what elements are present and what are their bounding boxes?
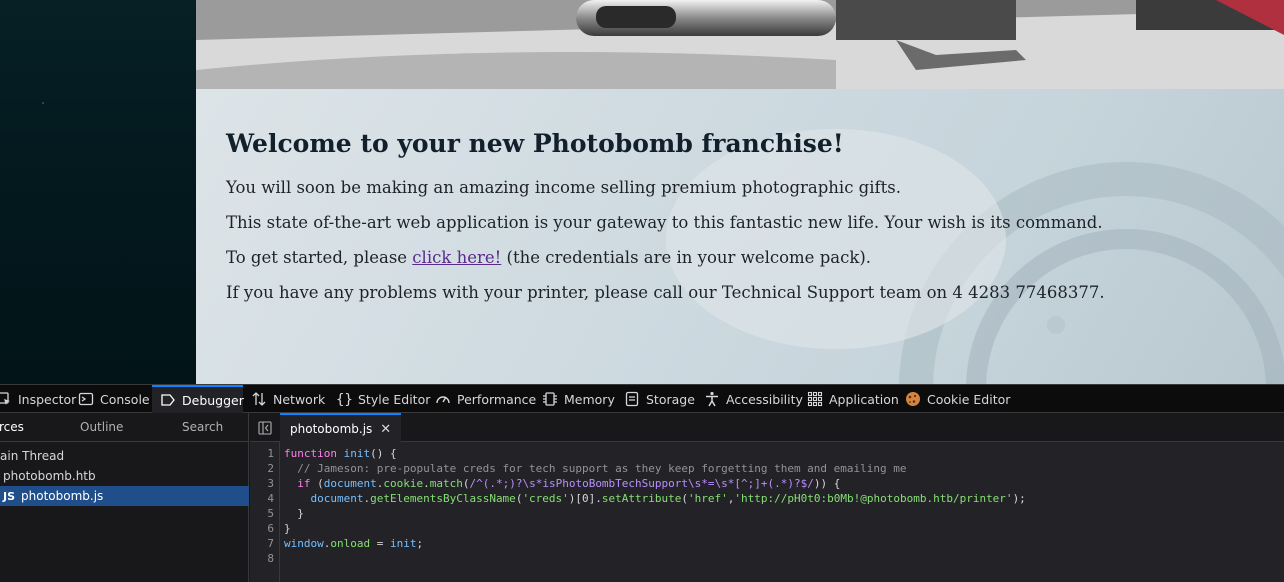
sources-pane: rces Outline Search ain Thread photobomb… [0,413,249,582]
line-number[interactable]: 8 [267,552,274,565]
code-line-3[interactable]: if (document.cookie.match(/^(.*;)?\s*isP… [284,477,840,490]
tree-item-photobomb-js[interactable]: JS photobomb.js [0,486,249,506]
line-number[interactable]: 1 [267,447,274,460]
tab-storage[interactable]: Storage [624,385,695,413]
accessibility-icon [704,391,720,407]
tab-console[interactable]: Console [78,385,150,413]
application-icon [807,391,823,407]
sources-tabs: rces Outline Search [0,413,249,442]
code-line-5[interactable]: } [284,507,304,520]
tab-search[interactable]: Search [182,413,223,441]
code-line-7[interactable]: window.onload = init; [284,537,423,550]
inspector-icon [0,391,12,407]
gateway-paragraph: This state of-the-art web application is… [226,213,1103,232]
tree-item-main-thread[interactable]: ain Thread [0,446,249,466]
line-number[interactable]: 3 [267,477,274,490]
storage-icon [624,391,640,407]
tab-inspector[interactable]: Inspector [0,385,76,413]
line-number[interactable]: 6 [267,522,274,535]
editor-tabs: photobomb.js ✕ [250,413,1284,442]
tab-sources[interactable]: rces [0,413,24,441]
network-icon [251,391,267,407]
code-line-2[interactable]: // Jameson: pre-populate creds for tech … [284,462,906,475]
code-line-4[interactable]: document.getElementsByClassName('creds')… [284,492,1026,505]
get-started-paragraph: To get started, please click here! (the … [226,248,871,267]
js-file-icon: JS [3,490,16,503]
intro-paragraph: You will soon be making an amazing incom… [226,178,901,197]
line-number-gutter: 1 2 3 4 5 6 7 8 [250,442,280,582]
welcome-section: Welcome to your new Photobomb franchise!… [196,89,1284,384]
code-line-1[interactable]: function init() { [284,447,397,460]
style-editor-icon: {} [336,391,353,408]
tab-cookie-editor[interactable]: Cookie Editor [905,385,1010,413]
get-started-text: To get started, please [226,248,413,267]
close-tab-icon[interactable]: ✕ [380,422,391,437]
devtools-toolbar: Inspector Console Debugger Network {} Sty… [0,384,1284,413]
hero-printer-image [196,0,1284,89]
line-number[interactable]: 4 [267,492,274,505]
memory-icon [542,391,558,407]
tab-performance[interactable]: Performance [435,385,536,413]
performance-icon [435,391,451,407]
welcome-pack-text: (the credentials are in your welcome pac… [501,248,872,267]
code-editor: photobomb.js ✕ 1 2 3 4 5 6 7 8 function i… [250,413,1284,582]
console-icon [78,391,94,407]
tab-memory[interactable]: Memory [542,385,615,413]
debugger-icon [160,392,176,408]
tab-application[interactable]: Application [807,385,899,413]
toggle-sources-icon[interactable] [258,420,272,435]
tab-style-editor[interactable]: {} Style Editor [336,385,430,413]
web-page: Welcome to your new Photobomb franchise!… [0,0,1284,384]
line-number[interactable]: 2 [267,462,274,475]
line-number[interactable]: 7 [267,537,274,550]
tab-network[interactable]: Network [251,385,325,413]
code-line-6[interactable]: } [284,522,291,535]
tab-accessibility[interactable]: Accessibility [704,385,803,413]
devtools-panel: Inspector Console Debugger Network {} Sty… [0,384,1284,582]
creds-link[interactable]: click here! [412,248,501,267]
tab-debugger[interactable]: Debugger [152,385,244,413]
page-title: Welcome to your new Photobomb franchise! [226,129,844,158]
svg-text:{}: {} [336,392,352,407]
tree-item-domain[interactable]: photobomb.htb [0,466,249,486]
line-number[interactable]: 5 [267,507,274,520]
page-left-background [0,0,196,384]
editor-file-tab[interactable]: photobomb.js ✕ [280,413,402,442]
tab-outline[interactable]: Outline [80,413,123,441]
cookie-icon [905,391,921,407]
support-paragraph: If you have any problems with your print… [226,283,1105,302]
